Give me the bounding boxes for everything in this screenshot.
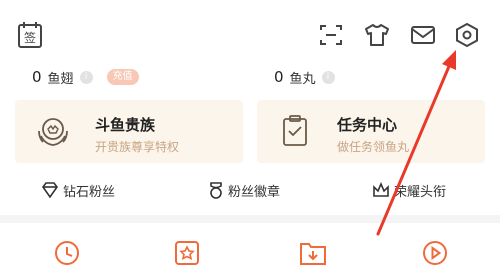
top-bar: 签 <box>0 0 500 62</box>
fish-fin-label: 鱼翅 <box>47 71 74 87</box>
section-divider <box>0 215 500 223</box>
scan-icon[interactable] <box>316 20 346 50</box>
crown-icon <box>373 182 389 197</box>
card-subtitle: 开贵族尊享特权 <box>95 140 180 154</box>
diamond-icon <box>42 182 58 198</box>
fan-badge-link[interactable]: 粉丝徽章 <box>208 179 280 201</box>
download-folder-icon[interactable] <box>298 236 328 267</box>
sign-in-icon[interactable]: 签 <box>15 20 45 50</box>
mail-icon[interactable] <box>408 20 438 50</box>
fish-fin-value: 0 <box>32 68 42 86</box>
card-subtitle: 做任务领鱼丸 <box>337 140 410 154</box>
fish-ball-value: 0 <box>274 68 284 86</box>
fish-ball-label: 鱼丸 <box>289 71 316 87</box>
noble-card[interactable]: 斗鱼贵族 开贵族尊享特权 <box>15 100 243 163</box>
info-icon[interactable]: i <box>79 70 93 84</box>
recharge-button[interactable]: 充值 <box>106 69 139 85</box>
history-icon[interactable] <box>52 236 82 267</box>
link-label: 钻石粉丝 <box>63 184 116 200</box>
info-icon[interactable]: i <box>321 70 335 84</box>
task-list-icon <box>278 114 312 150</box>
bottom-shortcut-row <box>0 236 500 267</box>
card-title: 斗鱼贵族 <box>95 116 156 134</box>
fan-links-row: 钻石粉丝 粉丝徽章 荣耀头衔 <box>0 179 500 201</box>
link-label: 荣耀头衔 <box>394 184 447 200</box>
task-center-card[interactable]: 任务中心 做任务领鱼丸 <box>257 100 485 163</box>
video-play-icon[interactable] <box>420 236 450 267</box>
svg-text:签: 签 <box>24 30 36 45</box>
balance-row: 0 鱼翅 i 充值 0 鱼丸 i <box>0 66 500 88</box>
noble-badge-icon <box>36 114 70 150</box>
diamond-fans-link[interactable]: 钻石粉丝 <box>41 179 115 201</box>
badge-icon <box>210 182 222 199</box>
fish-ball-balance[interactable]: 0 鱼丸 i <box>274 66 335 88</box>
settings-icon[interactable] <box>452 20 482 50</box>
card-title: 任务中心 <box>337 116 398 134</box>
fish-fin-balance[interactable]: 0 鱼翅 i 充值 <box>32 66 139 88</box>
honor-title-link[interactable]: 荣耀头衔 <box>372 179 446 201</box>
favorites-icon[interactable] <box>172 236 202 267</box>
shirt-icon[interactable] <box>362 20 392 50</box>
link-label: 粉丝徽章 <box>228 184 281 200</box>
